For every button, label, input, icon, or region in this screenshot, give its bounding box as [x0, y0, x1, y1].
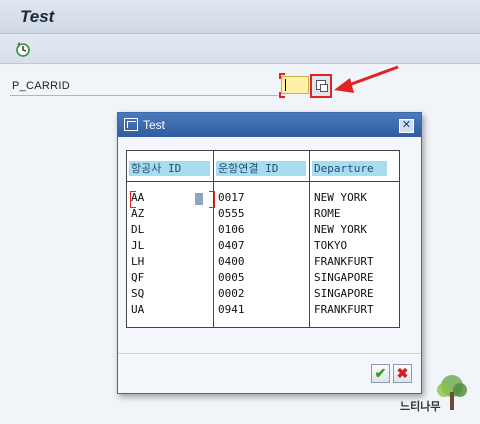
carrier-id-cell: AA [131, 191, 145, 204]
field-underline [10, 95, 278, 96]
confirm-button[interactable]: ✔ [371, 364, 390, 383]
column-header-departure[interactable]: Departure [312, 161, 387, 176]
text-cursor [285, 79, 286, 91]
table-row[interactable]: SQ 0002 SINGAPORE [127, 286, 399, 302]
connection-id-cell: 0400 [218, 255, 245, 268]
value-help-dialog: Test ✕ 항공사 ID 운항연결 ID Departure AA 0017 … [117, 112, 422, 394]
carrier-id-cell: JL [131, 239, 145, 252]
table-row[interactable]: AA 0017 NEW YORK [127, 190, 399, 206]
departure-cell: FRANKFURT [314, 255, 374, 268]
connection-id-cell: 0002 [218, 287, 245, 300]
connection-id-cell: 0555 [218, 207, 245, 220]
table-row[interactable]: UA 0941 FRANKFURT [127, 302, 399, 318]
dialog-separator [118, 354, 421, 355]
value-list: 항공사 ID 운항연결 ID Departure AA 0017 NEW YOR… [126, 150, 400, 328]
table-row[interactable]: QF 0005 SINGAPORE [127, 270, 399, 286]
table-row[interactable]: AZ 0555 ROME [127, 206, 399, 222]
carrier-id-cell: LH [131, 255, 145, 268]
watermark-text: 느티나무 [400, 401, 441, 413]
departure-cell: TOKYO [314, 239, 348, 252]
connection-id-cell: 0941 [218, 303, 245, 316]
connection-id-cell: 0407 [218, 239, 245, 252]
departure-cell: FRANKFURT [314, 303, 374, 316]
table-row[interactable]: JL 0407 TOKYO [127, 238, 399, 254]
title-bar: Test [0, 0, 480, 34]
header-divider [127, 181, 399, 182]
carrier-id-cell: UA [131, 303, 145, 316]
table-row[interactable]: DL 0106 NEW YORK [127, 222, 399, 238]
connection-id-cell: 0017 [218, 191, 245, 204]
window-icon [124, 118, 138, 131]
value-list-rows: AA 0017 NEW YORK AZ 0555 ROME DL 0106 NE… [127, 190, 399, 318]
dialog-title: Test [143, 118, 166, 132]
departure-cell: NEW YORK [314, 223, 367, 236]
carrier-id-cell: SQ [131, 287, 145, 300]
cancel-button[interactable]: ✖ [393, 364, 412, 383]
dialog-title-bar: Test ✕ [118, 113, 421, 137]
connection-id-cell: 0005 [218, 271, 245, 284]
column-header-connection-id[interactable]: 운항연결 ID [216, 161, 306, 176]
execute-clock-icon[interactable] [14, 40, 32, 58]
departure-cell: ROME [314, 207, 341, 220]
table-row[interactable]: LH 0400 FRANKFURT [127, 254, 399, 270]
connection-id-cell: 0106 [218, 223, 245, 236]
column-header-carrier-id[interactable]: 항공사 ID [129, 161, 210, 176]
carrier-id-cell: DL [131, 223, 145, 236]
window-title: Test [20, 7, 55, 26]
departure-cell: SINGAPORE [314, 271, 374, 284]
f4-value-help-icon [316, 80, 328, 92]
departure-cell: NEW YORK [314, 191, 367, 204]
departure-cell: SINGAPORE [314, 287, 374, 300]
f4-value-help-button[interactable] [310, 74, 332, 98]
application-toolbar [0, 34, 480, 64]
close-icon[interactable]: ✕ [399, 119, 414, 133]
carrier-id-cell: QF [131, 271, 145, 284]
field-label: P_CARRID [12, 80, 71, 92]
carrier-id-cell: AZ [131, 207, 145, 220]
